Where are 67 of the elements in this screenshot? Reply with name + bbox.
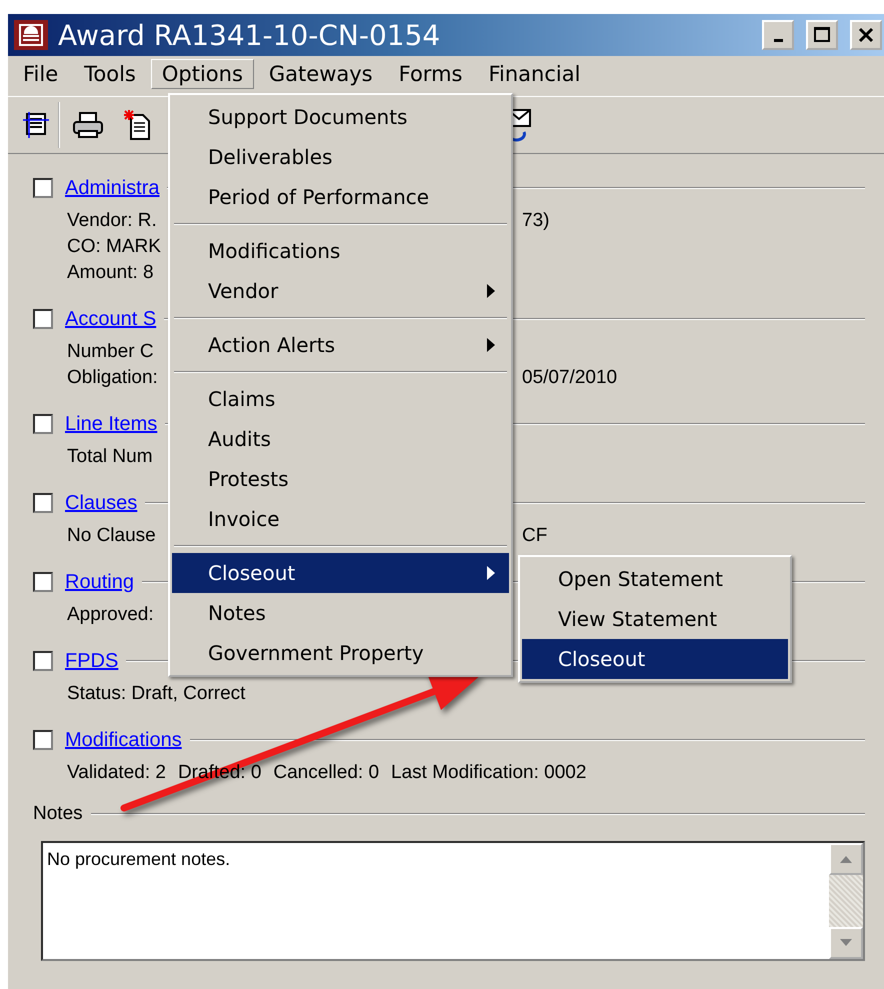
submenu-arrow-icon xyxy=(487,566,495,580)
menu-bar-item[interactable]: Forms xyxy=(388,59,474,89)
detail-text: Status: Draft, Correct xyxy=(67,683,246,705)
menu-item[interactable]: Government Property xyxy=(172,633,509,673)
checkbox[interactable] xyxy=(33,414,53,434)
checkbox[interactable] xyxy=(33,651,53,671)
menu-item[interactable]: Protests xyxy=(172,459,509,499)
detail-text: CO: MARK xyxy=(67,236,161,258)
notes-label: Notes xyxy=(33,803,83,825)
detail-text: Obligation: xyxy=(67,367,158,389)
menu-item[interactable]: Vendor xyxy=(172,271,509,311)
menu-item[interactable]: Closeout xyxy=(522,639,788,679)
detail-text: Validated: 2 xyxy=(67,762,166,784)
menu-bar-item[interactable]: Tools xyxy=(73,59,147,89)
section-link[interactable]: Administra xyxy=(65,176,160,200)
detail-text: CF xyxy=(522,525,548,547)
section-link[interactable]: Line Items xyxy=(65,412,158,436)
section-link[interactable]: FPDS xyxy=(65,650,118,672)
detail-text: Last Modification: 0002 xyxy=(391,762,586,784)
detail-text: 05/07/2010 xyxy=(522,367,618,389)
menu-item[interactable]: Action Alerts xyxy=(172,325,509,365)
detail-text: No Clause xyxy=(67,525,156,547)
menu-item[interactable]: Claims xyxy=(172,379,509,419)
menu-item[interactable]: Deliverables xyxy=(172,137,509,177)
checkbox[interactable] xyxy=(33,178,53,198)
checkbox[interactable] xyxy=(33,309,53,329)
section-link[interactable]: Account S xyxy=(65,308,156,330)
menu-bar-item[interactable]: Gateways xyxy=(258,59,384,89)
checkbox[interactable] xyxy=(33,493,53,513)
section-link[interactable]: Clauses xyxy=(65,492,138,514)
menu-bar-item[interactable]: Financial xyxy=(477,59,592,89)
menu-item[interactable]: Modifications xyxy=(172,231,509,271)
minimize-button[interactable] xyxy=(762,20,794,50)
menu-item[interactable]: Period of Performance xyxy=(172,177,509,217)
app-icon xyxy=(14,20,48,50)
checkbox[interactable] xyxy=(33,730,53,750)
menu-item[interactable]: Notes xyxy=(172,593,509,633)
detail-text: Total Num xyxy=(67,446,153,468)
scrollbar[interactable] xyxy=(829,843,863,959)
maximize-icon xyxy=(814,27,830,43)
menu-item[interactable]: Closeout xyxy=(172,553,509,593)
checkbox[interactable] xyxy=(33,572,53,592)
menu-bar-item[interactable]: Options xyxy=(150,59,254,89)
section-link[interactable]: Routing xyxy=(65,570,134,594)
menu-item[interactable]: View Statement xyxy=(522,599,788,639)
minimize-icon xyxy=(774,38,782,42)
menu-bar-item[interactable]: File xyxy=(12,59,70,89)
detail-text: Cancelled: 0 xyxy=(273,762,380,784)
menu-item[interactable]: Open Statement xyxy=(522,559,788,599)
close-button[interactable] xyxy=(850,20,882,50)
scroll-up-icon[interactable] xyxy=(829,843,863,875)
section-link[interactable]: Modifications xyxy=(65,728,182,752)
detail-text: 73) xyxy=(522,210,550,232)
detail-text: Vendor: R. xyxy=(67,210,157,232)
scroll-down-icon[interactable] xyxy=(829,927,863,959)
submenu-arrow-icon xyxy=(487,284,495,298)
detail-text: Number C xyxy=(67,341,154,363)
menu-item[interactable]: Support Documents xyxy=(172,97,509,137)
notes-field[interactable]: No procurement notes. xyxy=(41,841,865,961)
menu-item[interactable]: Invoice xyxy=(172,499,509,539)
window-title: Award RA1341-10-CN-0154 xyxy=(58,18,442,52)
detail-text: Approved: xyxy=(67,604,154,626)
menu-item[interactable]: Audits xyxy=(172,419,509,459)
maximize-button[interactable] xyxy=(806,20,838,50)
submenu-arrow-icon xyxy=(487,338,495,352)
close-icon xyxy=(858,27,874,43)
detail-text: Amount: 8 xyxy=(67,262,154,284)
